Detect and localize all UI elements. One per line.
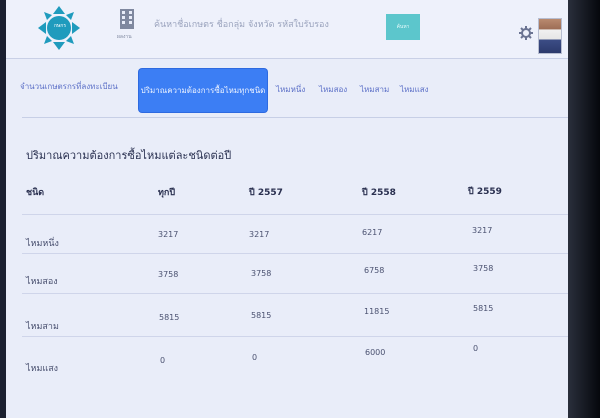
table-header: ทุกปี — [158, 188, 176, 198]
table-cell: 0 — [473, 344, 479, 353]
table-cell: 3217 — [249, 230, 270, 239]
table-row-divider — [22, 253, 568, 254]
table-cell: 0 — [252, 353, 258, 362]
avatar[interactable] — [538, 18, 562, 54]
table-cell: 5815 — [473, 304, 494, 313]
tab-silk-two[interactable]: ไหมสอง — [319, 83, 347, 96]
table-cell: 3217 — [472, 226, 493, 235]
table-header: ปี 2559 — [468, 187, 502, 197]
table-cell: 3758 — [251, 269, 272, 278]
building-label: ผลงาน — [117, 34, 132, 40]
table-cell: 3758 — [158, 270, 179, 279]
tab-registered-farmers[interactable]: จำนวนเกษตรกรที่ลงทะเบียน — [20, 80, 118, 93]
table-cell-type: ไหมสอง — [26, 277, 58, 287]
header: กษกร ผลงาน ค้นหาชื่อเกษตร ชื่อกลุ่ม จังห… — [6, 0, 568, 59]
table-cell: 3758 — [473, 264, 494, 273]
table-header: ปี 2557 — [249, 188, 283, 198]
building-icon[interactable] — [119, 8, 135, 30]
tab-silk-light[interactable]: ไหมแสง — [400, 83, 429, 96]
table-row-divider — [22, 214, 568, 215]
table-header: ชนิด — [26, 188, 45, 198]
gear-icon[interactable] — [519, 26, 533, 40]
table-cell-type: ไหมหนึ่ง — [26, 239, 59, 249]
table-cell: 6000 — [365, 348, 386, 357]
table-cell: 5815 — [159, 313, 180, 322]
table-cell-type: ไหมสาม — [26, 322, 59, 332]
table-cell-type: ไหมแสง — [26, 364, 59, 374]
tab-all-silk-demand[interactable]: ปริมาณความต้องการซื้อไหมทุกชนิด — [139, 69, 267, 112]
table-cell: 0 — [160, 356, 166, 365]
table-row-divider — [22, 336, 568, 337]
table-cell: 3217 — [158, 230, 179, 239]
table-cell: 6758 — [364, 266, 385, 275]
search-input[interactable]: ค้นหาชื่อเกษตร ชื่อกลุ่ม จังหวัด รหัสใบร… — [154, 17, 329, 31]
tab-divider — [22, 117, 568, 118]
app-window: กษกร ผลงาน ค้นหาชื่อเกษตร ชื่อกลุ่ม จังห… — [6, 0, 568, 418]
table-row-divider — [22, 293, 568, 294]
table-cell: 6217 — [362, 228, 383, 237]
search-button[interactable]: ค้นหา — [386, 14, 420, 40]
table-header: ปี 2558 — [362, 188, 396, 198]
table-cell: 5815 — [251, 311, 272, 320]
section-title: ปริมาณความต้องการซื้อไหมแต่ละชนิดต่อปี — [26, 149, 232, 162]
tab-silk-one[interactable]: ไหมหนึ่ง — [276, 83, 305, 96]
monitor-bezel-right — [568, 0, 600, 418]
table-cell: 11815 — [364, 307, 390, 316]
tab-silk-three[interactable]: ไหมสาม — [360, 83, 389, 96]
logo-label: กษกร — [50, 22, 70, 30]
